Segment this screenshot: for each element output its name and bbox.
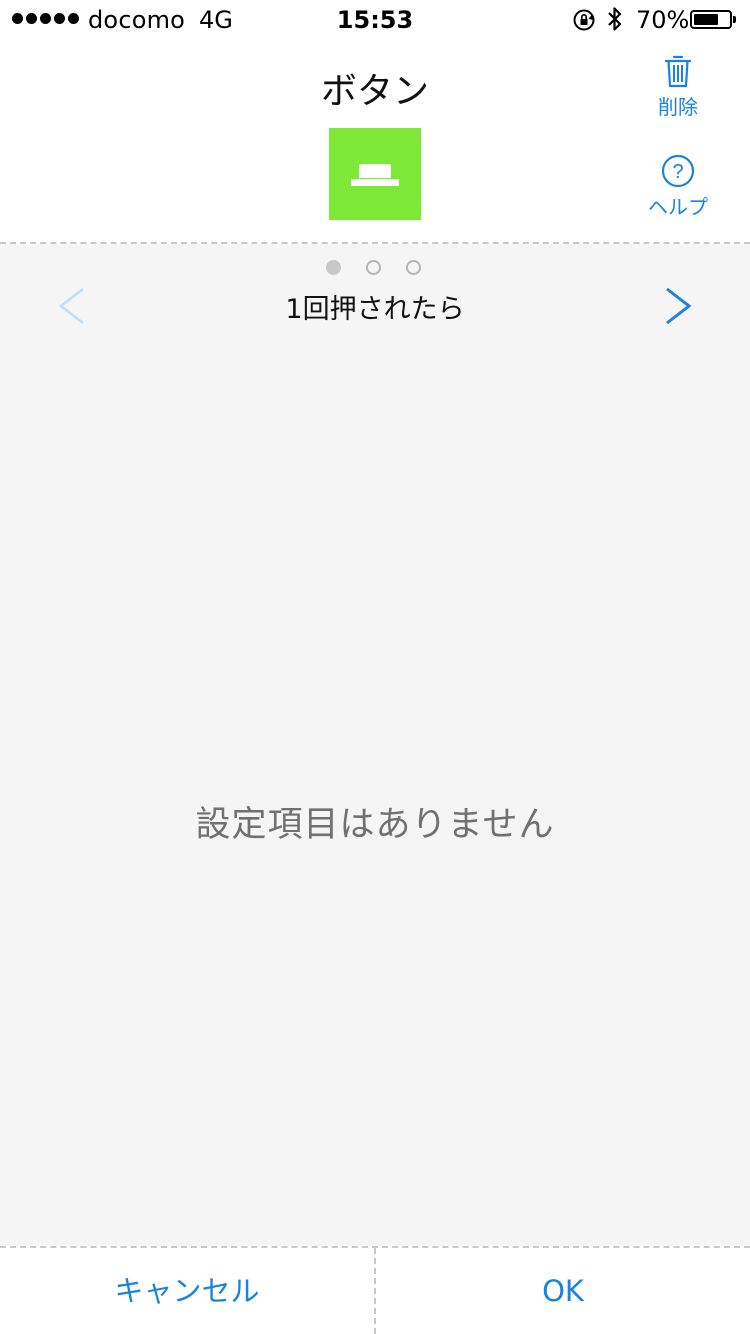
empty-settings-message: 設定項目はありません xyxy=(195,805,555,845)
help-icon: ? xyxy=(633,154,723,188)
page-indicator xyxy=(326,260,421,275)
trash-icon xyxy=(633,54,723,88)
battery-percentage: 70% xyxy=(636,6,690,34)
footer-bar: キャンセル OK xyxy=(0,1248,750,1334)
ok-button[interactable]: OK xyxy=(376,1248,750,1334)
bluetooth-icon xyxy=(606,5,624,39)
svg-text:?: ? xyxy=(672,161,683,183)
chevron-right-icon xyxy=(656,287,700,332)
header: ボタン 削除 ? ヘルプ xyxy=(0,40,750,242)
battery-icon xyxy=(690,10,732,29)
button-device-icon xyxy=(329,128,421,220)
page-dot-1[interactable] xyxy=(326,260,341,275)
delete-label: 削除 xyxy=(658,95,698,119)
page-caption: 1回押されたら xyxy=(285,294,465,325)
next-page-button[interactable] xyxy=(656,284,700,328)
status-bar: docomo 4G 15:53 70% xyxy=(0,0,750,40)
battery-level-fill xyxy=(694,14,718,25)
rotation-lock-icon xyxy=(572,8,596,38)
delete-button[interactable]: 削除 xyxy=(633,54,723,120)
cancel-button[interactable]: キャンセル xyxy=(0,1248,374,1334)
screen: docomo 4G 15:53 70% ボタン 削除 ? ヘルプ 1回押されたら… xyxy=(0,0,750,1334)
help-label: ヘルプ xyxy=(648,195,708,219)
page-dot-2[interactable] xyxy=(366,260,381,275)
help-button[interactable]: ? ヘルプ xyxy=(633,154,723,220)
settings-panel: 1回押されたら 設定項目はありません xyxy=(0,244,750,1246)
page-dot-3[interactable] xyxy=(406,260,421,275)
battery-tip xyxy=(733,16,736,23)
